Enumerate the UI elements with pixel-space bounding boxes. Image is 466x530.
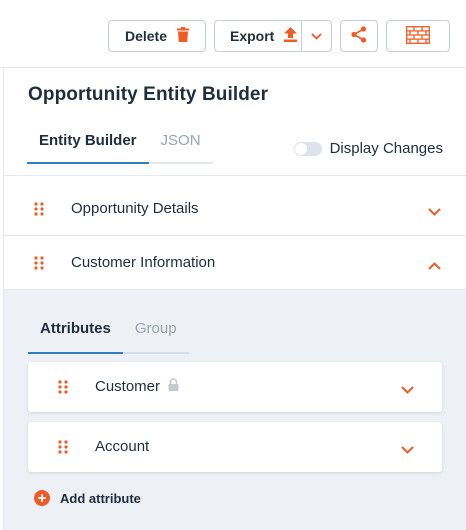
page-title: Opportunity Entity Builder (28, 84, 269, 105)
delete-button-label: Delete (124, 28, 168, 44)
display-changes-label: Display Changes (329, 140, 443, 157)
section-label: Opportunity Details (71, 200, 199, 217)
tab-entity-builder[interactable]: Entity Builder (27, 128, 149, 164)
drag-handle-icon[interactable] (58, 440, 68, 454)
upload-icon (284, 27, 298, 45)
chevron-up-icon[interactable] (428, 257, 441, 275)
builder-tabs: Entity Builder JSON (27, 128, 213, 164)
layout-button[interactable] (386, 20, 450, 52)
add-attribute-label: Add attribute (60, 490, 141, 506)
attribute-card-customer[interactable]: Customer (28, 362, 442, 412)
drag-handle-icon[interactable] (34, 202, 44, 216)
display-changes-control: Display Changes (293, 140, 443, 157)
tab-attributes[interactable]: Attributes (28, 312, 123, 354)
display-changes-toggle[interactable] (293, 141, 322, 156)
chevron-down-icon[interactable] (401, 441, 414, 459)
plus-circle-icon (34, 490, 50, 506)
add-attribute-button[interactable]: Add attribute (34, 490, 141, 506)
trash-icon (177, 27, 190, 45)
entity-builder-panel: Opportunity Entity Builder Entity Builde… (3, 68, 466, 530)
attribute-tabs: Attributes Group (28, 312, 189, 354)
chevron-down-icon (311, 32, 322, 40)
export-button[interactable]: Export (214, 20, 332, 52)
share-icon (351, 26, 367, 46)
tab-group[interactable]: Group (123, 312, 189, 352)
brick-wall-icon (406, 25, 430, 47)
export-button-label: Export (230, 28, 275, 44)
customer-information-content: Attributes Group Customer Account Add at… (4, 290, 466, 530)
lock-icon (168, 378, 179, 395)
attribute-label-wrap: Customer (95, 378, 179, 395)
section-opportunity-details[interactable]: Opportunity Details (4, 182, 466, 236)
attribute-card-account[interactable]: Account (28, 422, 442, 472)
toolbar: Delete Export (0, 0, 466, 68)
drag-handle-icon[interactable] (34, 256, 44, 270)
attribute-label: Account (95, 438, 150, 455)
drag-handle-icon[interactable] (58, 380, 68, 394)
export-menu-toggle[interactable] (301, 21, 331, 51)
chevron-down-icon[interactable] (428, 203, 441, 221)
panel-header: Opportunity Entity Builder Entity Builde… (4, 68, 466, 176)
section-customer-information[interactable]: Customer Information (4, 236, 466, 290)
tab-json[interactable]: JSON (149, 128, 213, 162)
share-button[interactable] (340, 20, 378, 52)
chevron-down-icon[interactable] (401, 381, 414, 399)
delete-button[interactable]: Delete (108, 20, 206, 52)
section-label: Customer Information (71, 254, 216, 271)
attribute-label: Customer (95, 378, 161, 395)
